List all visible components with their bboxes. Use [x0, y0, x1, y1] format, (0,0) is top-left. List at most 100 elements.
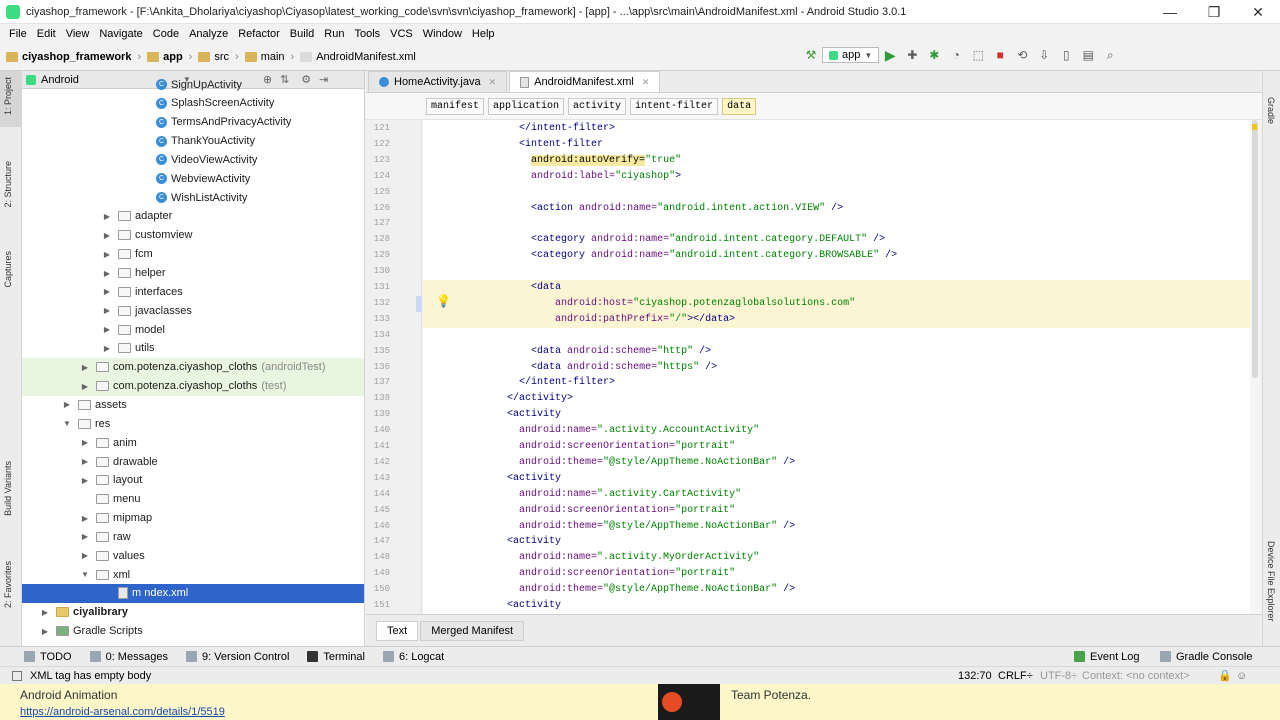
menu-help[interactable]: Help [467, 28, 500, 40]
tree-item[interactable]: ▶ fcm [22, 245, 364, 264]
tree-item[interactable]: ▼ xml [22, 565, 364, 584]
tree-item[interactable]: ▶ mipmap [22, 509, 364, 528]
collapsed-arrow-icon[interactable]: ▶ [80, 514, 90, 523]
build-variants-tool-tab[interactable]: Build Variants [3, 461, 13, 516]
tree-item[interactable]: ▶ layout [22, 471, 364, 490]
tree-item[interactable]: ▶ anim [22, 433, 364, 452]
collapsed-arrow-icon[interactable]: ▶ [102, 231, 112, 240]
breadcrumb-main[interactable]: main › [244, 51, 294, 63]
apply-changes-icon[interactable]: ✚ [904, 47, 920, 63]
collapsed-arrow-icon[interactable]: ▶ [40, 627, 50, 636]
tree-item[interactable]: ▶ com.potenza.ciyashop_cloths (androidTest… [22, 357, 364, 377]
tree-item[interactable]: ▶ Gradle Scripts [22, 622, 364, 641]
collapsed-arrow-icon[interactable]: ▶ [102, 250, 112, 259]
tab-android-manifest[interactable]: AndroidManifest.xml ✕ [509, 71, 661, 92]
menu-window[interactable]: Window [418, 28, 467, 40]
collapsed-arrow-icon[interactable]: ▶ [102, 325, 112, 334]
captures-tool-tab[interactable]: Captures [3, 251, 13, 288]
tree-item[interactable]: ▶ utils [22, 339, 364, 358]
xml-crumb-intent-filter[interactable]: intent-filter [630, 97, 719, 115]
project-tool-tab[interactable]: 1: Project [3, 77, 13, 115]
menu-analyze[interactable]: Analyze [184, 28, 233, 40]
collapsed-arrow-icon[interactable]: ▶ [80, 532, 90, 541]
run-icon[interactable]: ▶ [882, 47, 898, 63]
debug-icon[interactable]: ✱ [926, 47, 942, 63]
attach-debugger-icon[interactable]: ⬚ [970, 47, 986, 63]
code-editor[interactable]: </intent-filter> <intent-filter android:… [423, 120, 1260, 614]
xml-crumb-activity[interactable]: activity [568, 97, 627, 115]
tree-item[interactable]: C WishListActivity [22, 188, 364, 207]
inspector-icon[interactable]: ☺ [1236, 670, 1247, 682]
tab-merged-manifest[interactable]: Merged Manifest [420, 620, 525, 641]
sdk-manager-icon[interactable]: ⇩ [1036, 47, 1052, 63]
tab-home-activity[interactable]: HomeActivity.java ✕ [368, 71, 508, 92]
device-icon[interactable]: ▤ [1080, 47, 1096, 63]
stop-icon[interactable]: ■ [992, 47, 1008, 63]
close-tab-icon[interactable]: ✕ [489, 77, 497, 88]
tree-item[interactable]: ▶ com.potenza.ciyashop_cloths (test) [22, 376, 364, 396]
tree-item[interactable]: ▶ ciyalibrary [22, 603, 364, 622]
menu-file[interactable]: File [4, 28, 32, 40]
event-log-button[interactable]: Event Log [1074, 651, 1140, 663]
breadcrumb-project[interactable]: ciyashop_framework › [6, 51, 141, 63]
breadcrumb-app[interactable]: app › [147, 51, 192, 63]
tree-item[interactable]: ▶ assets [22, 395, 364, 414]
xml-crumb-application[interactable]: application [488, 97, 565, 115]
menu-navigate[interactable]: Navigate [94, 28, 147, 40]
tree-item[interactable]: C SignUpActivity [22, 75, 364, 94]
collapsed-arrow-icon[interactable]: ▶ [102, 287, 112, 296]
tree-item[interactable]: ▼ res [22, 414, 364, 433]
menu-build[interactable]: Build [285, 28, 319, 40]
warning-marker[interactable] [1252, 124, 1257, 130]
search-icon[interactable]: ⌕ [1102, 47, 1118, 63]
banner-link[interactable]: https://android-arsenal.com/details/1/55… [20, 706, 225, 718]
status-toggle-icon[interactable] [12, 670, 22, 681]
version-control-tool-button[interactable]: 9: Version Control [185, 651, 289, 663]
device-file-explorer-tab[interactable]: Device File Explorer [1266, 541, 1276, 622]
lightbulb-icon[interactable]: 💡 [436, 294, 451, 308]
minimize-button[interactable]: — [1148, 0, 1192, 24]
maximize-button[interactable]: ❒ [1192, 0, 1236, 24]
collapsed-arrow-icon[interactable]: ▶ [102, 344, 112, 353]
breadcrumb-src[interactable]: src › [198, 51, 239, 63]
xml-crumb-data[interactable]: data [722, 97, 757, 115]
collapsed-arrow-icon[interactable]: ▶ [102, 306, 112, 315]
menu-vcs[interactable]: VCS [385, 28, 418, 40]
profile-icon[interactable]: ◔ [948, 47, 964, 63]
tree-item[interactable]: m ndex.xml [22, 583, 364, 603]
line-separator[interactable]: CRLF÷ [998, 670, 1033, 682]
tree-item[interactable]: ▶ values [22, 546, 364, 565]
tree-item[interactable]: ▶ drawable [22, 452, 364, 471]
caret-position[interactable]: 132:70 [958, 670, 992, 682]
expanded-arrow-icon[interactable]: ▼ [62, 419, 72, 428]
favorites-tool-tab[interactable]: 2: Favorites [3, 561, 13, 608]
menu-view[interactable]: View [61, 28, 95, 40]
tree-item[interactable]: ▶ customview [22, 226, 364, 245]
close-button[interactable]: ✕ [1236, 0, 1280, 24]
gradle-console-button[interactable]: Gradle Console [1160, 651, 1252, 663]
menu-refactor[interactable]: Refactor [233, 28, 285, 40]
menu-edit[interactable]: Edit [32, 28, 61, 40]
collapsed-arrow-icon[interactable]: ▶ [80, 476, 90, 485]
tree-item[interactable]: C ThankYouActivity [22, 132, 364, 151]
run-config-select[interactable]: app ▼ [822, 47, 880, 63]
messages-tool-button[interactable]: 0: Messages [89, 651, 168, 663]
close-tab-icon[interactable]: ✕ [642, 77, 650, 88]
menu-tools[interactable]: Tools [349, 28, 385, 40]
file-encoding[interactable]: UTF-8÷ [1040, 670, 1077, 682]
collapsed-arrow-icon[interactable]: ▶ [102, 212, 112, 221]
tree-item[interactable]: ▶ javaclasses [22, 301, 364, 320]
collapsed-arrow-icon[interactable]: ▶ [80, 551, 90, 560]
todo-tool-button[interactable]: TODO [24, 651, 72, 663]
collapsed-arrow-icon[interactable]: ▶ [80, 457, 90, 466]
xml-crumb-manifest[interactable]: manifest [426, 97, 485, 115]
collapsed-arrow-icon[interactable]: ▶ [62, 400, 72, 409]
tree-item[interactable]: ▶ interfaces [22, 282, 364, 301]
tree-item[interactable]: ▶ raw [22, 527, 364, 546]
expanded-arrow-icon[interactable]: ▼ [80, 570, 90, 579]
hammer-icon[interactable]: ⚒ [803, 47, 819, 63]
tree-item[interactable]: C VideoViewActivity [22, 150, 364, 169]
collapsed-arrow-icon[interactable]: ▶ [102, 269, 112, 278]
tree-item[interactable]: C TermsAndPrivacyActivity [22, 113, 364, 132]
sync-icon[interactable]: ⟲ [1014, 47, 1030, 63]
